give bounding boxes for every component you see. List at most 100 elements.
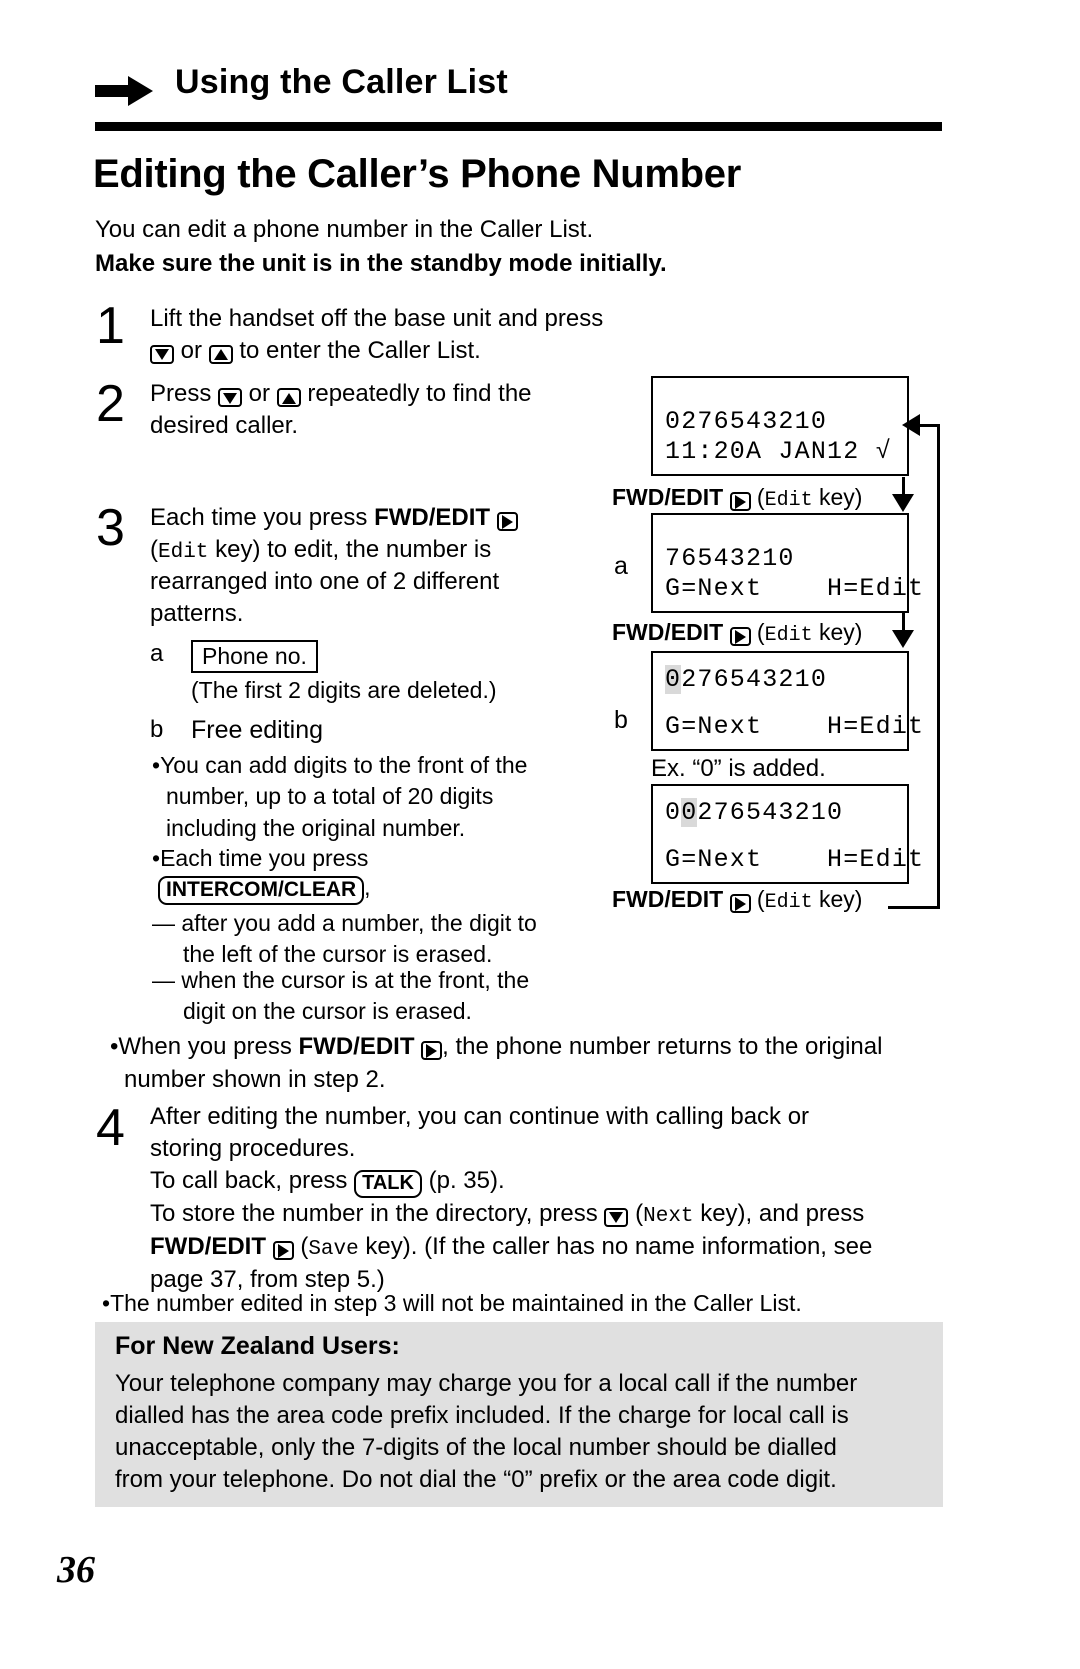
step-4-line2: storing procedures. (150, 1135, 356, 1163)
step-4-line5-post: key). (If the caller has no name informa… (358, 1232, 873, 1260)
step-3-sub-b-title: Free editing (191, 716, 324, 744)
flow-label-3: FWD/EDIT (Edit key) (612, 886, 863, 914)
step-1-number: 1 (96, 297, 125, 355)
intro-line-2: Make sure the unit is in the standby mod… (95, 250, 667, 277)
lcd-4-line-1: 00276543210 (665, 798, 843, 827)
step-3-number: 3 (96, 499, 125, 557)
step-4-number: 4 (96, 1099, 125, 1157)
step-1-line1: Lift the handset off the base unit and p… (150, 305, 604, 332)
dash-2-line1: when the cursor is at the front, the (181, 967, 530, 993)
step-3-paren-open: ( (150, 535, 158, 563)
step-3-sub-a-letter: a (150, 640, 164, 667)
nz-line-2: dialled has the area code prefix include… (115, 1402, 849, 1430)
right-key-icon (272, 1240, 294, 1260)
page-header: Using the Caller List (95, 58, 945, 128)
up-key-icon (208, 344, 233, 364)
step-3-line2: key) to edit, the number is (208, 535, 492, 563)
right-key-icon (729, 492, 751, 512)
nz-line-1: Your telephone company may charge you fo… (115, 1370, 858, 1397)
dash-1-line1: after you add a number, the digit to (181, 910, 537, 936)
flow-arrow-2-head (892, 630, 914, 648)
save-key-word: Save (308, 1237, 359, 1261)
lcd-1-line-2: 11:20A JAN12 √ (665, 437, 892, 466)
lcd-display-1: 0276543210 11:20A JAN12 √ (651, 376, 909, 476)
flow-3-tail: key) (812, 886, 863, 912)
edit-key-word: Edit (764, 891, 813, 914)
fwd-edit-label: FWD/EDIT (612, 886, 724, 912)
fwd-edit-label: FWD/EDIT (374, 504, 491, 531)
step-3-line1: Each time you press (150, 504, 375, 531)
nz-line-4: from your telephone. Do not dial the “0”… (115, 1466, 837, 1494)
talk-key[interactable]: TALK (354, 1170, 422, 1198)
bullet-1-line2: number, up to a total of 20 digits (166, 783, 494, 810)
dash-2-line2: digit on the cursor is erased. (183, 998, 472, 1025)
lcd-4-line-2: G=Next H=Edit (665, 845, 924, 874)
step-2-line1-tail: repeatedly to find the (300, 380, 532, 407)
flow-label-2: FWD/EDIT (Edit key) (612, 619, 863, 647)
flow-label-1: FWD/EDIT (Edit key) (612, 484, 863, 512)
next-key-word: Next (643, 1204, 694, 1228)
step-3-sub-b-letter: b (150, 716, 164, 743)
edit-key-word: Edit (764, 624, 813, 647)
down-key-icon (604, 1207, 629, 1227)
step-4-text: After editing the number, you can contin… (150, 1103, 873, 1293)
right-key-icon (729, 894, 751, 914)
lcd-display-2: 76543210 G=Next H=Edit (651, 513, 923, 613)
step-2-number: 2 (96, 375, 125, 433)
example-label: Ex. “0” is added. (651, 755, 826, 782)
step-3-bullet-2: •Each time you press (152, 843, 602, 874)
loopback-arrow-head (902, 414, 920, 436)
bullet-dot: • (152, 845, 161, 871)
phone-no-box: Phone no. (191, 640, 318, 674)
header-rule (95, 122, 942, 131)
lcd-3-letter: b (614, 706, 628, 734)
new-zealand-note-box: For New Zealand Users: Your telephone co… (95, 1322, 943, 1507)
right-arrow-icon (95, 76, 153, 106)
step-3-dash-2: — when the cursor is at the front, the d… (152, 965, 612, 1028)
header-title: Using the Caller List (175, 63, 508, 101)
lcd-4-softkey-left: G=Next (665, 845, 763, 874)
lcd-3-softkey-right: H=Edit (827, 712, 925, 741)
right-key-icon (496, 512, 518, 532)
fwd-edit-label: FWD/EDIT (150, 1232, 266, 1260)
nz-note-title: For New Zealand Users: (115, 1332, 400, 1360)
lcd-3-cursor: 0 (665, 665, 682, 694)
dash-1-line2: the left of the cursor is erased. (183, 941, 493, 968)
step-4-line4-post: key), and press (693, 1199, 865, 1227)
bullet-2-line1: Each time you press (160, 845, 369, 871)
fwd-edit-label: FWD/EDIT (612, 484, 724, 510)
step-3-sub-a-note: (The first 2 digits are deleted.) (191, 677, 497, 703)
note3-line2: number shown in step 2. (124, 1066, 386, 1094)
bullet-1-line3: including the original number. (166, 814, 466, 841)
lcd-1-line-1: 0276543210 (665, 407, 828, 436)
note3-part2: , the phone number returns to the origin… (442, 1033, 883, 1060)
lcd-3-softkey-left: G=Next (665, 712, 763, 741)
edit-key-word: Edit (158, 540, 209, 564)
step-2-press: Press (150, 380, 219, 407)
step-1-text: Lift the handset off the base unit and p… (150, 303, 670, 366)
page-title: Editing the Caller’s Phone Number (93, 152, 741, 196)
step-3-line3: rearranged into one of 2 different (150, 568, 500, 596)
em-dash-icon: — (152, 967, 182, 993)
intercom-clear-key-label: INTERCOM/CLEAR (158, 876, 365, 905)
note-after-step-4: •The number edited in step 3 will not be… (102, 1290, 962, 1317)
note4-text: The number edited in step 3 will not be … (110, 1290, 802, 1316)
intercom-clear-key: INTERCOM/CLEAR, (158, 874, 371, 905)
lcd-2-letter: a (614, 552, 628, 580)
lcd-display-4: 00276543210 G=Next H=Edit (651, 784, 923, 884)
step-3-dash-1: — after you add a number, the digit to t… (152, 908, 612, 971)
lcd-3-line-2: G=Next H=Edit (665, 712, 924, 741)
step-4-line3-pre: To call back, press (150, 1167, 355, 1195)
right-key-icon (421, 1041, 443, 1061)
step-2-text: Press or repeatedly to find the desired … (150, 378, 630, 441)
lcd-4-cursor: 0 (681, 798, 698, 827)
loopback-bottom-segment (888, 906, 940, 909)
bullet-1-line1: You can add digits to the front of the (160, 752, 528, 778)
step-4-line6: page 37, from step 5.) (150, 1265, 385, 1293)
phone-no-box-label: Phone no. (191, 640, 318, 674)
loopback-right-segment (937, 424, 940, 909)
lcd-2-line-2: G=Next H=Edit (665, 574, 924, 603)
up-key-icon (276, 388, 301, 407)
bullet-dot: • (102, 1290, 111, 1316)
flow-1-tail: key) (812, 484, 863, 510)
